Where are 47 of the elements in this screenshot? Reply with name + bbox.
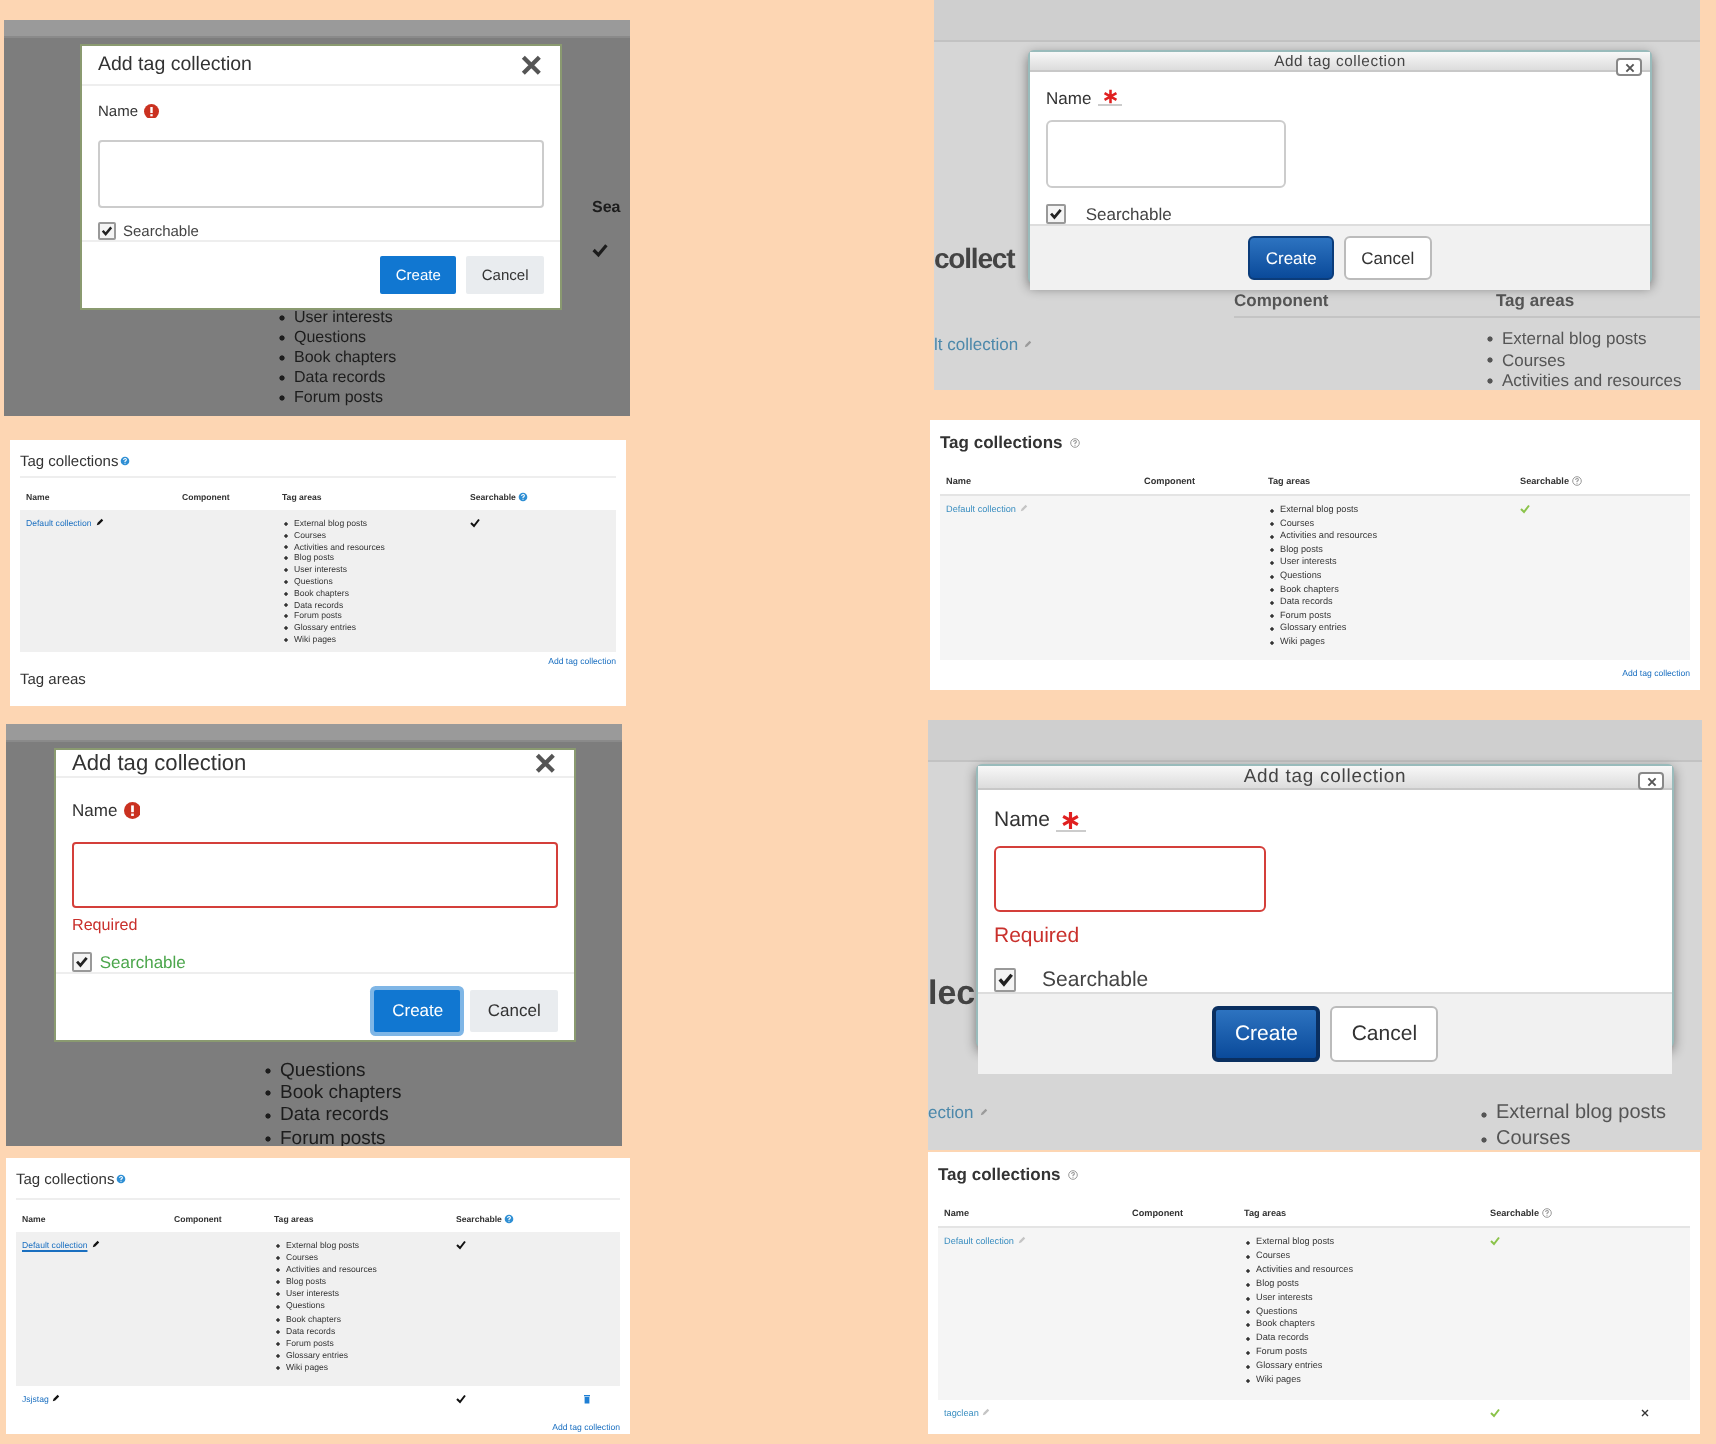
error-message: Required (72, 916, 138, 935)
name-field[interactable] (994, 846, 1266, 913)
cross-icon[interactable] (1640, 1407, 1650, 1418)
field-label: Name (994, 808, 1051, 833)
close-button[interactable] (517, 51, 544, 79)
pencil-icon[interactable] (95, 518, 104, 526)
section-heading: Tag collections (938, 1164, 1061, 1184)
help-icon[interactable] (1070, 437, 1081, 447)
help-icon[interactable] (1068, 1169, 1079, 1179)
close-button[interactable] (1638, 772, 1664, 790)
close-icon (1645, 775, 1657, 787)
help-icon[interactable] (1541, 1208, 1552, 1218)
name-field[interactable] (1046, 120, 1286, 188)
checkbox[interactable] (72, 952, 92, 972)
close-icon (517, 51, 544, 79)
cancel-button[interactable]: Cancel (1330, 1006, 1438, 1062)
close-icon (1623, 61, 1635, 73)
page-heading: lec (928, 974, 976, 1014)
cancel-button[interactable]: Cancel (470, 989, 558, 1032)
page-heading: collect (934, 242, 1015, 274)
trash-icon[interactable] (582, 1394, 592, 1405)
section-heading: Tag collections (940, 432, 1063, 452)
create-button[interactable]: Create (1212, 1006, 1321, 1062)
create-button[interactable]: Create (1248, 236, 1335, 280)
create-button[interactable]: Create (374, 989, 461, 1032)
dialog-title: Add tag collection (1243, 766, 1407, 788)
column-header: Sea (592, 198, 623, 216)
checkbox[interactable] (994, 968, 1017, 992)
close-button[interactable] (531, 750, 558, 777)
checkbox[interactable] (98, 222, 116, 241)
name-field[interactable] (72, 842, 558, 909)
dialog-title: Add tag collection (72, 751, 247, 776)
checkbox-label: Searchable (99, 951, 186, 972)
error-message: Required (994, 923, 1080, 948)
checkbox-label: Searchable (1085, 204, 1172, 225)
dialog-title: Add tag collection (98, 54, 252, 77)
close-icon (531, 750, 558, 777)
cancel-button[interactable]: Cancel (1344, 236, 1432, 280)
checkbox-label: Searchable (1042, 968, 1149, 993)
field-label: Name (72, 800, 118, 821)
close-button[interactable] (1616, 58, 1642, 76)
name-field[interactable] (98, 140, 544, 208)
help-icon[interactable] (1571, 476, 1582, 486)
field-label: Name (1046, 87, 1092, 108)
pencil-icon[interactable] (52, 1394, 61, 1403)
checkbox[interactable] (1046, 204, 1066, 224)
pencil-icon[interactable] (91, 1240, 100, 1248)
